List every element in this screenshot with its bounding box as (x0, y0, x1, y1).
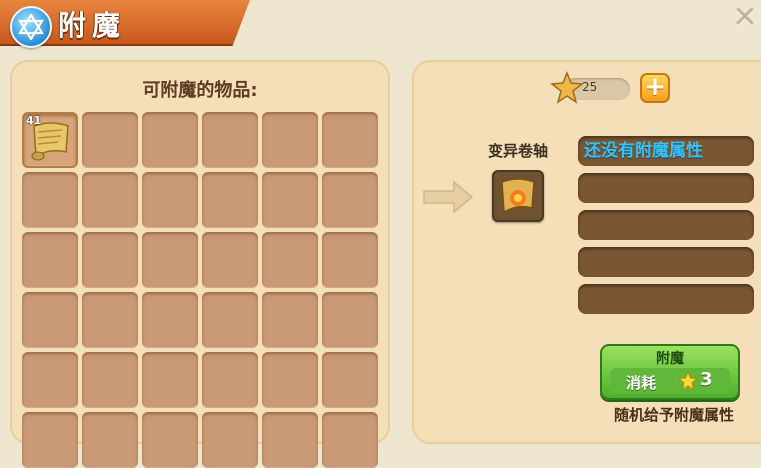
add-currency-button[interactable]: + (640, 73, 670, 103)
inventory-slot[interactable] (82, 232, 138, 288)
inventory-slot[interactable] (262, 172, 318, 228)
selected-item-name: 变异卷轴 (487, 142, 548, 160)
inventory-slot[interactable] (262, 292, 318, 348)
cost-value: 3 (700, 369, 713, 390)
enchantable-items-title: 可附魔的物品: (142, 80, 258, 101)
inventory-slot[interactable] (322, 352, 378, 408)
currency-value: 25 (582, 80, 598, 94)
inventory-slot[interactable] (142, 232, 198, 288)
enchantable-items-panel: 可附魔的物品: 41 (10, 60, 390, 468)
scroll-icon (501, 178, 535, 214)
inventory-slot[interactable] (322, 412, 378, 468)
star-of-david-icon (10, 6, 52, 48)
inventory-slot[interactable] (202, 352, 258, 408)
inventory-slot[interactable] (322, 172, 378, 228)
inventory-slot[interactable] (262, 112, 318, 168)
attribute-slot (578, 284, 754, 314)
attribute-list: 还没有附魔属性 (578, 136, 754, 321)
inventory-slot[interactable] (202, 172, 258, 228)
inventory-slot[interactable] (22, 352, 78, 408)
inventory-slot[interactable] (142, 172, 198, 228)
inventory-slot[interactable] (142, 412, 198, 468)
star-icon (550, 71, 584, 104)
inventory-slot[interactable] (142, 292, 198, 348)
inventory-slot[interactable] (142, 352, 198, 408)
inventory-slot[interactable] (82, 412, 138, 468)
inventory-slot[interactable] (262, 352, 318, 408)
window-title: 附魔 (58, 9, 127, 42)
inventory-slot[interactable] (262, 412, 318, 468)
attribute-slot (578, 210, 754, 240)
inventory-slot[interactable] (202, 232, 258, 288)
enchant-button-label: 附魔 (656, 351, 684, 367)
inventory-slot[interactable] (22, 412, 78, 468)
inventory-slot[interactable] (322, 112, 378, 168)
inventory-slot[interactable] (82, 172, 138, 228)
inventory-slot[interactable] (22, 172, 78, 228)
star-icon (678, 371, 698, 391)
inventory-slot[interactable] (262, 232, 318, 288)
inventory-slot[interactable] (82, 352, 138, 408)
inventory-slot[interactable] (322, 292, 378, 348)
close-icon[interactable]: ✕ (731, 2, 759, 34)
attribute-slot (578, 247, 754, 277)
inventory-slot[interactable] (82, 292, 138, 348)
inventory-slot-scroll[interactable]: 41 (22, 112, 78, 168)
attribute-slot: 还没有附魔属性 (578, 136, 754, 166)
attribute-slot (578, 173, 754, 203)
enchant-hint: 随机给予附魔属性 (613, 406, 734, 424)
inventory-slot[interactable] (22, 292, 78, 348)
inventory-slot[interactable] (82, 112, 138, 168)
enchant-panel: 25 + 变异卷轴 还没有附魔属性 附魔 消耗 3 随机给予附魔属性 (412, 60, 761, 444)
cost-label: 消耗 (626, 374, 657, 392)
inventory-slot[interactable] (202, 112, 258, 168)
enchant-button[interactable]: 附魔 消耗 3 (600, 344, 740, 400)
selected-item-slot[interactable] (492, 170, 544, 222)
inventory-slot[interactable] (202, 292, 258, 348)
arrow-right-icon (423, 180, 474, 214)
item-count: 41 (26, 114, 42, 127)
inventory-slot[interactable] (142, 112, 198, 168)
inventory-slot[interactable] (22, 232, 78, 288)
enchant-cost: 消耗 3 (610, 368, 730, 394)
plus-icon: + (644, 72, 666, 102)
inventory-slot[interactable] (322, 232, 378, 288)
inventory-slot[interactable] (202, 412, 258, 468)
inventory-grid: 41 (22, 112, 378, 468)
